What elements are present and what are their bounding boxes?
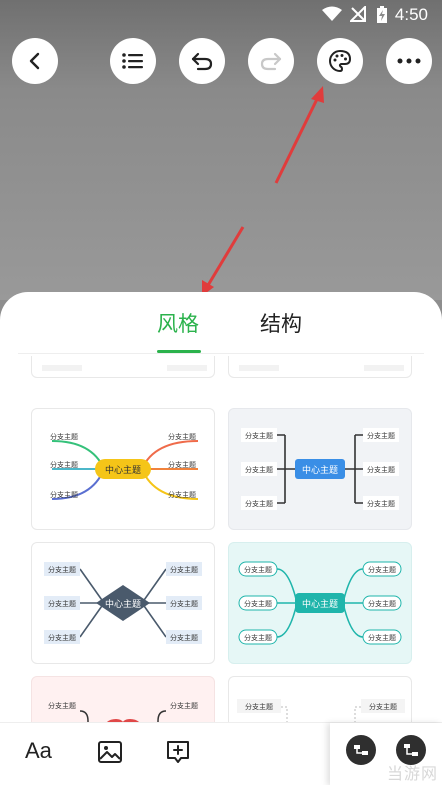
branch-topic: 分支主题 [170, 701, 198, 710]
center-topic: 中心主题 [105, 598, 141, 610]
mindmap-preview: 分支主题 分支主题 [48, 701, 198, 722]
style-grid[interactable]: 中心主题 分支主题 分支主题 分支主题 分支主题 分支主题 分支主题 中心主题 … [0, 356, 442, 722]
branch-topic: 分支主题 [368, 599, 396, 608]
layout-right-icon [404, 744, 418, 756]
sheet-tabs: 风格 结构 [0, 292, 442, 354]
branch-topic: 分支主题 [168, 490, 196, 499]
branch-topic: 分支主题 [50, 490, 78, 499]
branch-topic: 分支主题 [48, 599, 76, 608]
mindmap-preview: 中心主题 分支主题 分支主题 分支主题 分支主题 分支主题 分支主题 [50, 432, 199, 500]
partial-preview [239, 365, 404, 371]
branch-topic: 分支主题 [367, 431, 395, 440]
mindmap-preview: 分支主题 分支主题 [237, 699, 405, 722]
branch-topic: 分支主题 [244, 599, 272, 608]
center-topic: 中心主题 [302, 598, 338, 610]
style-card-6[interactable]: 分支主题 分支主题 [228, 676, 412, 722]
tab-style[interactable]: 风格 [157, 308, 199, 338]
mindmap-preview: 中心主题 分支主题 分支主题 分支主题 分支主题 分支主题 分支主题 [238, 561, 402, 645]
tab-divider [18, 353, 424, 354]
partial-preview [42, 365, 207, 371]
branch-topic: 分支主题 [368, 565, 396, 574]
mindmap-preview: 中心主题 分支主题 分支主题 分支主题 分支主题 分支主题 分支主题 [241, 428, 399, 510]
branch-topic: 分支主题 [244, 633, 272, 642]
style-card-1[interactable]: 中心主题 分支主题 分支主题 分支主题 分支主题 分支主题 分支主题 [31, 408, 215, 530]
branch-topic: 分支主题 [168, 460, 196, 469]
branch-topic: 分支主题 [245, 431, 273, 440]
style-card-4[interactable]: 中心主题 分支主题 分支主题 分支主题 分支主题 分支主题 分支主题 [228, 542, 412, 664]
branch-topic: 分支主题 [48, 633, 76, 642]
branch-topic: 分支主题 [48, 701, 76, 710]
branch-topic: 分支主题 [245, 499, 273, 508]
style-card-2[interactable]: 中心主题 分支主题 分支主题 分支主题 分支主题 分支主题 分支主题 [228, 408, 412, 530]
tab-structure[interactable]: 结构 [260, 308, 302, 338]
branch-topic: 分支主题 [170, 599, 198, 608]
branch-topic: 分支主题 [50, 460, 78, 469]
branch-topic: 分支主题 [245, 465, 273, 474]
watermark: 当游网 [386, 764, 438, 783]
style-card-5[interactable]: 分支主题 分支主题 [31, 676, 215, 722]
branch-topic: 分支主题 [170, 633, 198, 642]
branch-topic: 分支主题 [367, 465, 395, 474]
text-style-button[interactable]: Aa [25, 738, 52, 764]
style-card-3[interactable]: 中心主题 分支主题 分支主题 分支主题 分支主题 分支主题 分支主题 [31, 542, 215, 664]
add-note-icon[interactable] [165, 739, 191, 765]
branch-topic: 分支主题 [244, 565, 272, 574]
branch-topic: 分支主题 [168, 432, 196, 441]
image-icon[interactable] [97, 739, 123, 765]
branch-topic: 分支主题 [369, 702, 397, 711]
branch-topic: 分支主题 [245, 702, 273, 711]
mindmap-preview: 中心主题 分支主题 分支主题 分支主题 分支主题 分支主题 分支主题 [44, 562, 202, 644]
branch-topic: 分支主题 [170, 565, 198, 574]
center-topic: 中心主题 [302, 464, 338, 476]
branch-topic: 分支主题 [368, 633, 396, 642]
branch-topic: 分支主题 [50, 432, 78, 441]
style-card-partial[interactable] [31, 356, 215, 378]
annotation-arrow-theme [202, 86, 324, 296]
branch-topic: 分支主题 [48, 565, 76, 574]
branch-topic: 分支主题 [367, 499, 395, 508]
style-sheet: 风格 结构 中心主题 分支主题 分支主题 分支主题 分支主题 分支主题 分支主题… [0, 292, 442, 785]
center-topic: 中心主题 [105, 464, 141, 476]
bottom-toolbar: Aa [0, 722, 442, 785]
layout-left-icon [354, 745, 368, 755]
style-card-partial[interactable] [228, 356, 412, 378]
layout-left-button[interactable] [346, 735, 376, 765]
